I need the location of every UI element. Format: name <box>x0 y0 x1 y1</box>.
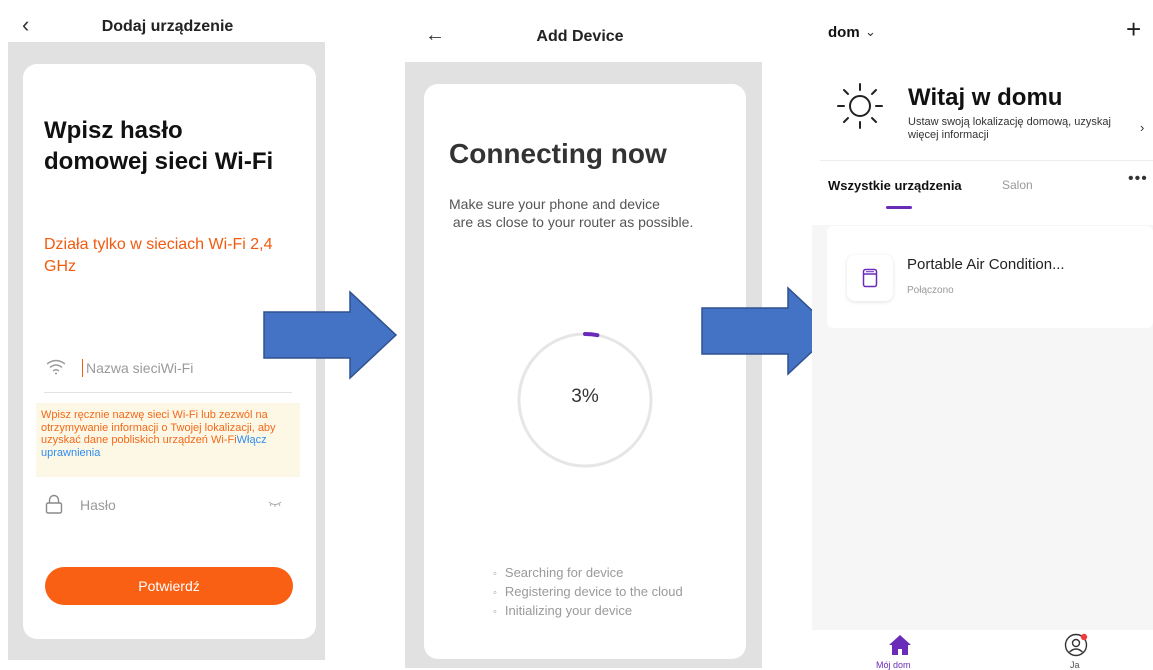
password-input[interactable]: Hasło <box>80 497 116 513</box>
connection-steps: Searching for device Registering device … <box>493 564 683 621</box>
house-icon[interactable] <box>888 634 912 656</box>
chevron-down-icon[interactable]: ⌄ <box>865 24 876 40</box>
device-status: Połączono <box>907 285 954 296</box>
connecting-subtitle: Make sure your phone and device are as c… <box>449 196 694 230</box>
confirm-button[interactable]: Potwierdź <box>45 567 293 605</box>
step-initializing: Initializing your device <box>493 602 683 621</box>
wifi-icon <box>46 359 66 375</box>
more-icon[interactable]: ••• <box>1128 170 1148 188</box>
home-selector[interactable]: dom <box>828 24 860 41</box>
tab-salon[interactable]: Salon <box>1002 178 1033 192</box>
eye-closed-icon[interactable] <box>268 500 282 508</box>
note-text-block: Wpisz ręcznie nazwę sieci Wi-Fi lub zezw… <box>41 409 294 459</box>
step-searching: Searching for device <box>493 564 683 583</box>
sun-icon <box>837 83 883 129</box>
location-prompt[interactable]: Ustaw swoją lokalizację domową, uzyskaj … <box>908 116 1138 141</box>
divider <box>820 160 1153 161</box>
form-heading: Wpisz hasło domowej sieci Wi-Fi <box>44 117 274 175</box>
wifi-band-warning: Działa tylko w sieciach Wi-Fi 2,4 GHz <box>44 236 273 275</box>
progress-percent: 3% <box>571 386 599 407</box>
connecting-heading: Connecting now <box>449 138 667 169</box>
tab-all-devices[interactable]: Wszystkie urządzenia <box>828 178 962 193</box>
device-name: Portable Air Condition... <box>907 256 1065 273</box>
chevron-right-icon[interactable]: › <box>1140 120 1144 135</box>
plus-icon[interactable]: + <box>1126 14 1141 45</box>
location-permission-note: Wpisz ręcznie nazwę sieci Wi-Fi lub zezw… <box>36 403 300 477</box>
lock-icon <box>45 494 63 514</box>
flow-arrow-1 <box>263 290 398 380</box>
page-title: Add Device <box>536 28 624 45</box>
user-icon[interactable] <box>1064 633 1088 657</box>
welcome-title: Witaj w domu <box>908 84 1063 111</box>
air-conditioner-icon <box>862 268 878 288</box>
active-tab-indicator <box>886 206 912 209</box>
ssid-input[interactable]: Nazwa sieciWi-Fi <box>86 360 193 376</box>
input-divider <box>44 392 292 393</box>
panel-home: dom ⌄ + Witaj w domu Ustaw swoją lokaliz… <box>812 0 1153 670</box>
page-title: Dodaj urządzenie <box>101 18 234 35</box>
nav-me-label[interactable]: Ja <box>1070 660 1080 670</box>
nav-home-label[interactable]: Mój dom <box>876 660 911 670</box>
text-cursor <box>82 359 83 377</box>
bottom-nav <box>812 630 1153 668</box>
step-registering: Registering device to the cloud <box>493 583 683 602</box>
device-icon-box <box>847 255 893 301</box>
